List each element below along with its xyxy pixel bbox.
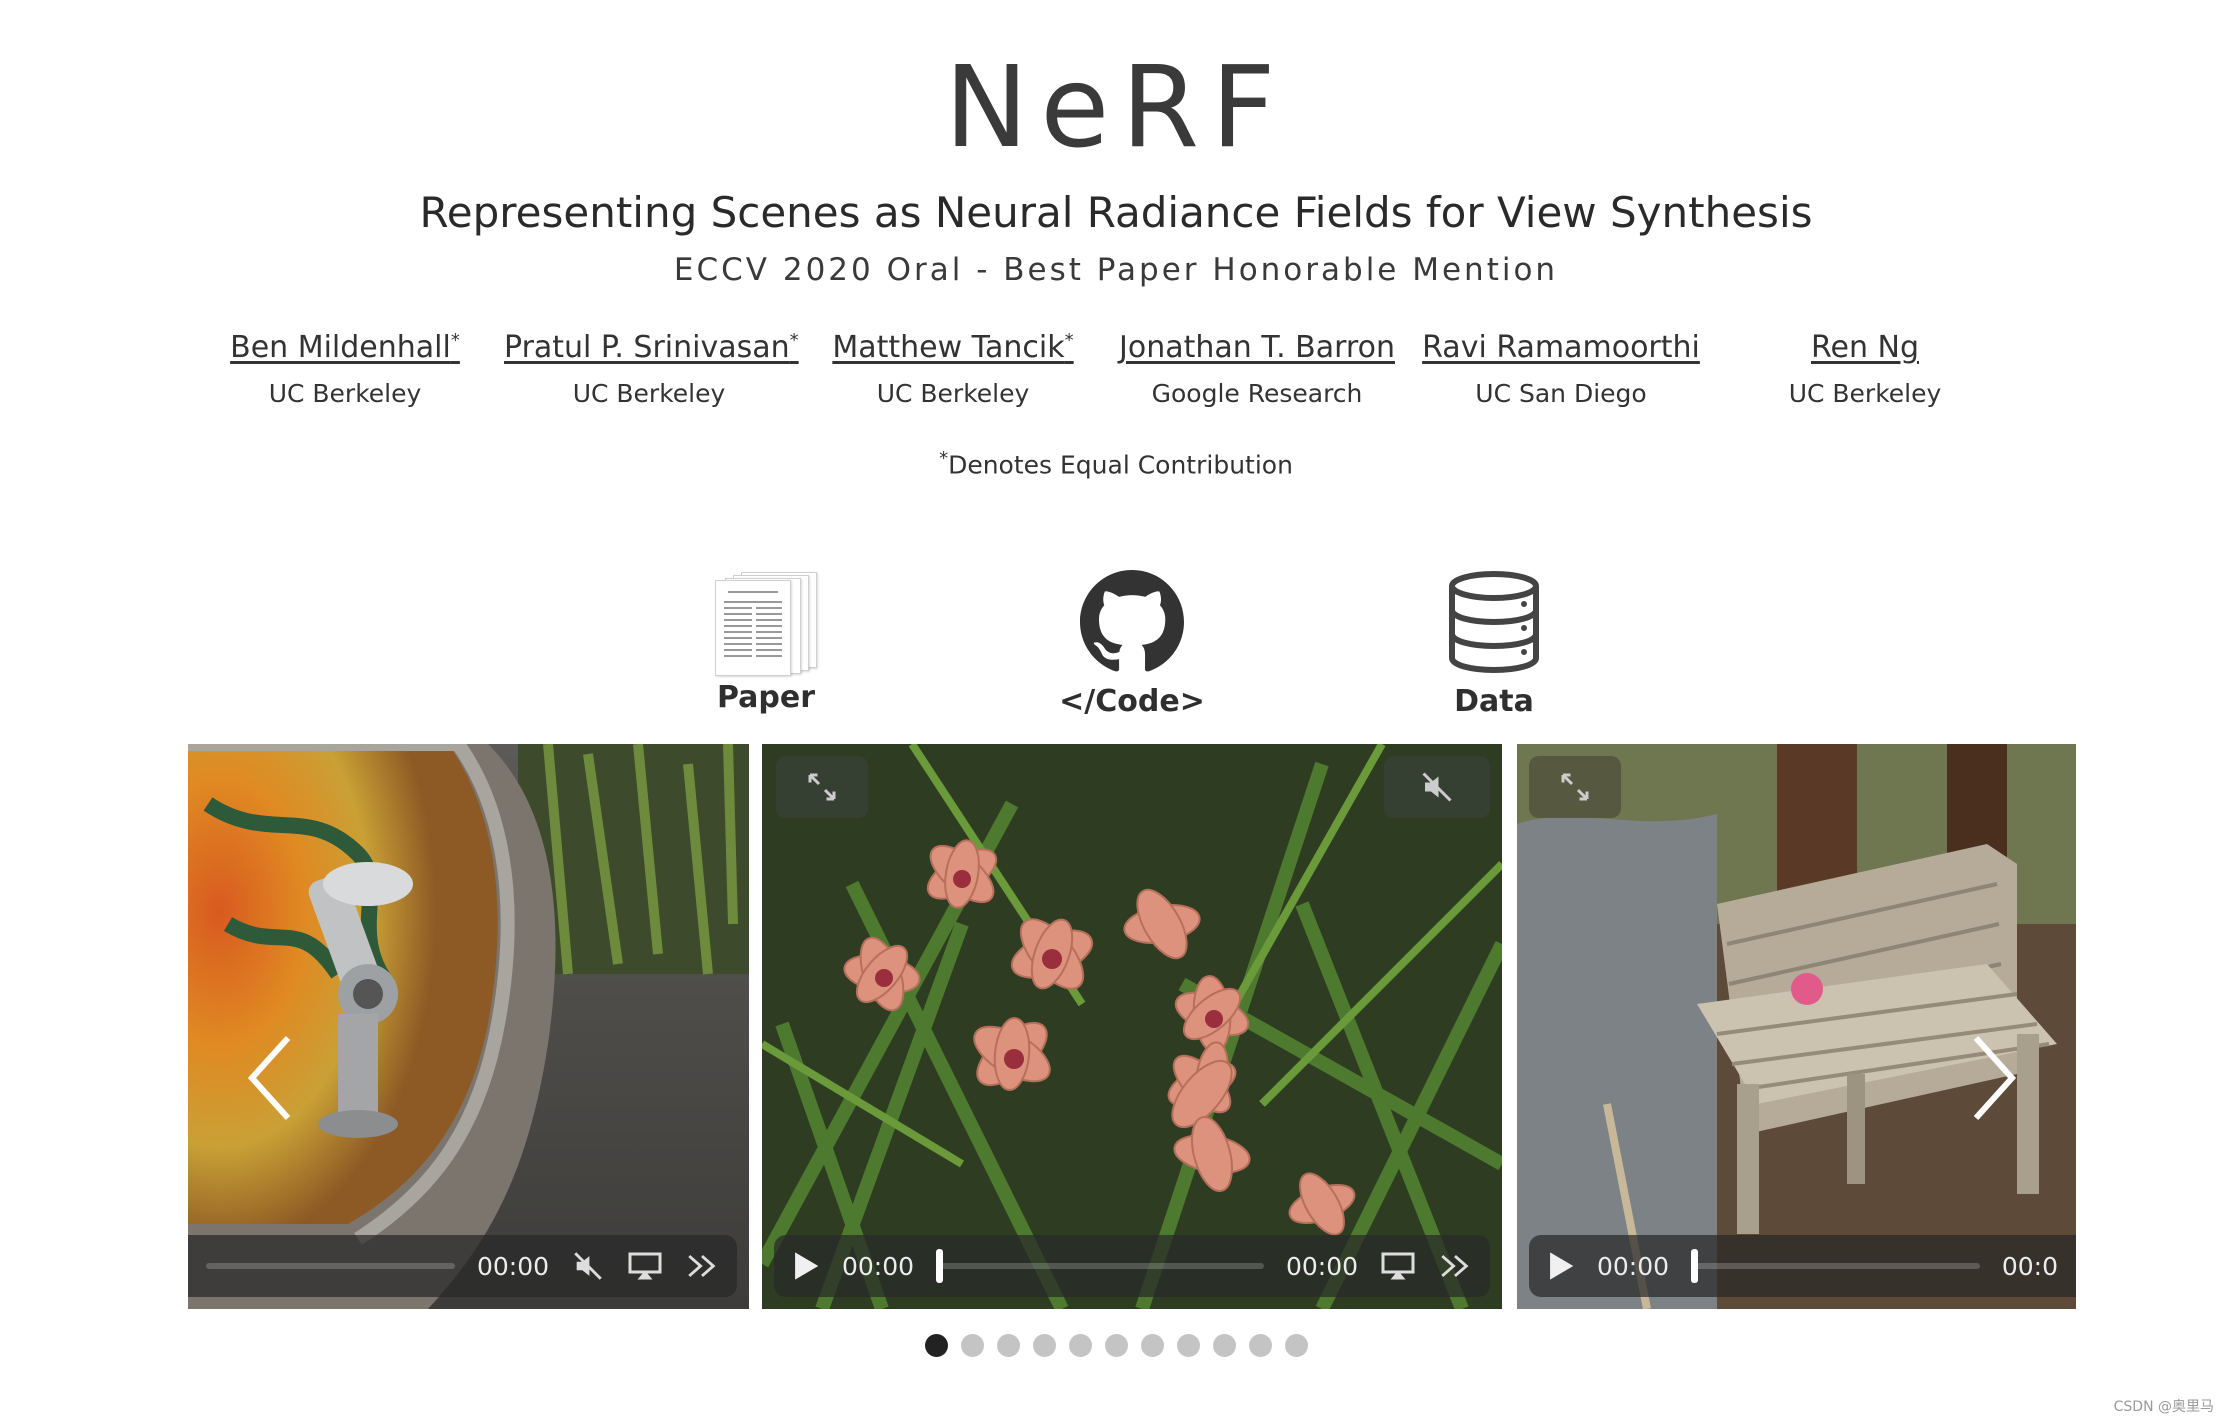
duration-time: 00:00 [1285, 1251, 1358, 1281]
fast-forward-icon[interactable] [685, 1251, 719, 1281]
carousel-dot[interactable] [960, 1334, 984, 1357]
paper-link-label: Paper [716, 680, 816, 715]
github-icon [1080, 570, 1184, 672]
carousel-dot[interactable] [1176, 1334, 1200, 1357]
carousel-slide[interactable]: 00:00 00:0 [1517, 744, 2076, 1309]
data-link-label: Data [1454, 684, 1534, 719]
carousel-dot[interactable] [1212, 1334, 1236, 1357]
carousel-dot[interactable] [1284, 1334, 1308, 1357]
carousel-pagination [0, 1334, 2232, 1357]
airplay-icon[interactable] [627, 1251, 663, 1281]
expand-icon [808, 773, 836, 801]
author-link[interactable]: Ben Mildenhall* [230, 330, 460, 365]
author-entry: Ben Mildenhall* UC Berkeley [200, 330, 490, 408]
author-affiliation: UC Berkeley [876, 379, 1030, 408]
project-page: NeRF Representing Scenes as Neural Radia… [0, 0, 2232, 1426]
video-controls: 00:00 [188, 1235, 737, 1297]
author-link[interactable]: Ren Ng [1811, 330, 1919, 365]
data-link[interactable]: Data [1384, 570, 1604, 719]
author-affiliation: UC Berkeley [268, 379, 422, 408]
current-time: 00:00 [1597, 1251, 1670, 1281]
mute-button[interactable] [1384, 756, 1490, 818]
next-arrow-icon[interactable] [1964, 1028, 2024, 1128]
carousel-dot[interactable] [1104, 1334, 1128, 1357]
code-link[interactable]: </Code> [1022, 570, 1242, 719]
expand-icon [1561, 773, 1589, 801]
progress-track[interactable] [1691, 1249, 1980, 1283]
orchid-video-frame [762, 744, 1502, 1309]
fullscreen-button[interactable] [776, 756, 868, 818]
carousel-dot[interactable] [1140, 1334, 1164, 1357]
carousel-dot[interactable] [1248, 1334, 1272, 1357]
author-list: Ben Mildenhall* UC Berkeley Pratul P. Sr… [200, 330, 2010, 408]
code-link-label: </Code> [1059, 684, 1205, 719]
duration-time: 00:0 [2001, 1251, 2058, 1281]
video-controls: 00:00 00:00 [774, 1235, 1490, 1297]
watermark: CSDN @奥里马 [2113, 1399, 2214, 1415]
progress-track[interactable] [936, 1249, 1264, 1283]
previous-arrow-icon[interactable] [240, 1028, 300, 1128]
carousel-dot[interactable] [1032, 1334, 1056, 1357]
venue-text: ECCV 2020 Oral - Best Paper Honorable Me… [673, 252, 1559, 288]
author-entry: Matthew Tancik* UC Berkeley [808, 330, 1098, 408]
carousel-dot[interactable] [924, 1334, 948, 1357]
fast-forward-icon[interactable] [1438, 1251, 1472, 1281]
author-link[interactable]: Matthew Tancik* [832, 330, 1073, 365]
airplay-icon[interactable] [1380, 1251, 1416, 1281]
video-carousel: 00:00 00:00 00:00 00:00 00:0 [188, 744, 2076, 1309]
paper-subtitle: Representing Scenes as Neural Radiance F… [419, 188, 1813, 237]
carousel-dot[interactable] [1068, 1334, 1092, 1357]
bench-video-frame [1517, 744, 2076, 1309]
author-entry: Ren Ng UC Berkeley [1720, 330, 2010, 408]
resource-links: Paper </Code> Data [0, 570, 2232, 720]
progress-handle[interactable] [1691, 1249, 1699, 1283]
carousel-dot[interactable] [996, 1334, 1020, 1357]
author-entry: Jonathan T. Barron Google Research [1112, 330, 1402, 408]
author-link[interactable]: Ravi Ramamoorthi [1422, 330, 1700, 365]
page-title: NeRF [944, 43, 1288, 173]
author-link[interactable]: Pratul P. Srinivasan* [504, 330, 799, 365]
database-icon [1449, 571, 1539, 674]
video-controls: 00:00 00:0 [1529, 1235, 2076, 1297]
fullscreen-button[interactable] [1529, 756, 1621, 818]
carousel-slide[interactable]: 00:00 [188, 744, 749, 1309]
fountain-video-frame [188, 744, 749, 1309]
play-icon[interactable] [792, 1251, 820, 1281]
author-entry: Pratul P. Srinivasan* UC Berkeley [504, 330, 799, 408]
play-icon[interactable] [1547, 1251, 1575, 1281]
mute-icon [1422, 772, 1452, 802]
author-affiliation: UC San Diego [1475, 379, 1647, 408]
paper-link[interactable]: Paper [656, 570, 876, 715]
progress-handle[interactable] [936, 1249, 944, 1283]
current-time: 00:00 [842, 1251, 915, 1281]
time-display: 00:00 [476, 1251, 549, 1281]
mute-icon[interactable] [571, 1249, 605, 1283]
carousel-slide[interactable]: 00:00 00:00 [762, 744, 1502, 1309]
equal-contribution-note: *Denotes Equal Contribution [939, 448, 1293, 480]
progress-track[interactable] [206, 1263, 455, 1269]
paper-thumbnail-icon [711, 570, 821, 676]
author-affiliation: UC Berkeley [572, 379, 726, 408]
author-affiliation: Google Research [1151, 379, 1363, 408]
author-link[interactable]: Jonathan T. Barron [1119, 330, 1395, 365]
author-entry: Ravi Ramamoorthi UC San Diego [1416, 330, 1706, 408]
author-affiliation: UC Berkeley [1788, 379, 1942, 408]
